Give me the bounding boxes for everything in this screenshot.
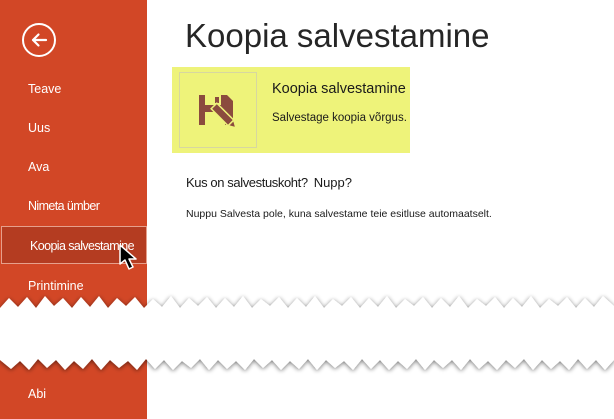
option-description: Salvestage koopia võrgus. [272,112,407,124]
option-title: Koopia salvestamine [272,81,406,97]
save-copy-button[interactable] [179,72,257,148]
sidebar-item-label: Printimine [28,279,84,293]
sidebar-item-label: Teave [28,82,62,96]
autosave-info: Nuppu Salvesta pole, kuna salvestame tei… [186,208,492,220]
sidebar-item-koopia-salvestamine[interactable]: Koopia salvestamine [1,226,147,264]
arrow-left-icon [31,33,48,47]
sidebar-item-label: Ava [28,160,50,174]
sidebar-item-label: Koopia salvestamine [30,239,135,253]
sidebar-item-label: Uus [28,121,51,135]
sidebar-item-label: Nimeta ümber [28,199,100,213]
back-button[interactable] [22,23,56,57]
question-extra: Nupp? [313,175,352,190]
floppy-disk-pencil-icon [199,95,237,129]
sidebar-item-teave[interactable]: Teave [0,70,147,108]
save-location-question: Kus on salvestuskoht? Nupp? [186,175,352,190]
sidebar-item-printimine[interactable]: Printimine [0,267,147,305]
sidebar-item-abi[interactable]: Abi [0,375,147,413]
backstage-content: Koopia salvestamine Koopia salvestamine … [147,0,614,419]
sidebar-item-uus[interactable]: Uus [0,109,147,147]
sidebar-item-ava[interactable]: Ava [0,148,147,186]
backstage-sidebar: Teave Uus Ava Nimeta ümber Koopia salves… [0,0,147,419]
sidebar-item-nimeta-umber[interactable]: Nimeta ümber [0,187,147,225]
sidebar-item-label: Abi [28,387,47,401]
page-title: Koopia salvestamine [185,17,490,54]
question-text: Kus on salvestuskoht? [186,175,308,190]
